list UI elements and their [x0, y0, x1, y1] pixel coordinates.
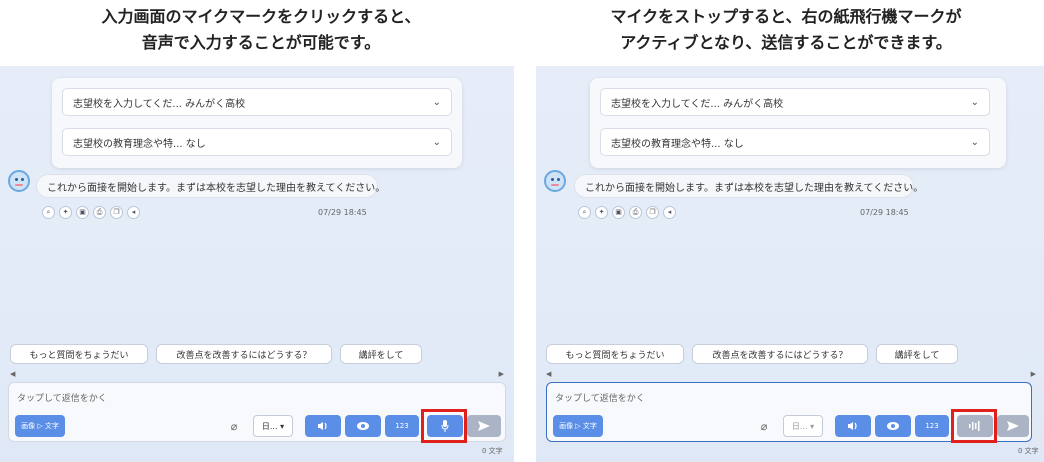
right-screenshot-panel: 志望校を入力してくだ... みんがく高校 ⌄ 志望校の教育理念や特... なし …	[536, 66, 1044, 462]
chevron-down-icon: ⌄	[970, 96, 979, 108]
stop-highlight-box	[951, 409, 997, 443]
chevron-down-icon: ⌄	[432, 96, 441, 108]
message-action-icons: ⌕ ✦ ▣ ⎙ ❐ ◂	[42, 206, 140, 219]
paper-plane-icon[interactable]	[997, 415, 1029, 437]
char-counter: 0 文字	[482, 447, 503, 455]
sparkle-icon[interactable]: ✦	[595, 206, 608, 219]
right-caption-line1: マイクをストップすると、右の紙飛行機マークが	[610, 7, 962, 26]
language-select[interactable]: 日... ▾	[783, 415, 823, 437]
message-input-box[interactable]: タップして返信をかく 画像 ▷ 文字 ⌀ 日... ▾ 123	[8, 382, 506, 443]
chevron-down-icon: ⌄	[970, 136, 979, 148]
save-icon[interactable]: ▣	[612, 206, 625, 219]
dropdown-value: 志望校を入力してくだ... みんがく高校	[611, 98, 784, 110]
chevron-down-icon: ⌄	[432, 136, 441, 148]
copy-icon[interactable]: ❐	[110, 206, 123, 219]
suggestion-button[interactable]: 講評をして	[876, 344, 958, 364]
school-philosophy-dropdown[interactable]: 志望校の教育理念や特... なし ⌄	[62, 128, 452, 156]
sparkle-icon[interactable]: ✦	[59, 206, 72, 219]
dropdown-value: 志望校を入力してくだ... みんがく高校	[73, 98, 246, 110]
language-select-value: 日...	[261, 421, 278, 431]
suggestion-button[interactable]: もっと質問をちょうだい	[546, 344, 684, 364]
image-to-text-button[interactable]: 画像 ▷ 文字	[553, 415, 603, 437]
right-caption-line2: アクティブとなり、送信することができます。	[620, 33, 952, 52]
school-name-dropdown[interactable]: 志望校を入力してくだ... みんがく高校 ⌄	[600, 88, 990, 116]
input-placeholder: タップして返信をかく	[17, 394, 107, 404]
suggestion-row: もっと質問をちょうだい 改善点を改善するにはどうする？ 講評をして	[546, 344, 958, 364]
copy-icon[interactable]: ❐	[646, 206, 659, 219]
message-timestamp: 07/29 18:45	[860, 208, 909, 217]
input-placeholder: タップして返信をかく	[555, 394, 645, 404]
message-action-icons: ⌕ ✦ ▣ ⎙ ❐ ◂	[578, 206, 676, 219]
speaker-icon[interactable]	[305, 415, 341, 437]
suggestion-button[interactable]: もっと質問をちょうだい	[10, 344, 148, 364]
form-card: 志望校を入力してくだ... みんがく高校 ⌄ 志望校の教育理念や特... なし …	[52, 78, 462, 168]
scroll-left-icon[interactable]: ◀	[546, 370, 551, 378]
eye-icon[interactable]	[345, 415, 381, 437]
scroll-left-icon[interactable]: ◀	[10, 370, 15, 378]
language-select[interactable]: 日... ▾	[253, 415, 293, 437]
bot-avatar-icon	[544, 170, 566, 192]
school-name-dropdown[interactable]: 志望校を入力してくだ... みんがく高校 ⌄	[62, 88, 452, 116]
search-icon[interactable]: ⌕	[578, 206, 591, 219]
suggestion-scroll: ◀ ▶	[10, 370, 504, 380]
suggestion-button[interactable]: 改善点を改善するにはどうする？	[692, 344, 868, 364]
eye-icon[interactable]	[875, 415, 911, 437]
char-counter: 0 文字	[1018, 447, 1039, 455]
left-caption-line2: 音声で入力することが可能です。	[141, 33, 381, 52]
speaker-icon[interactable]: ◂	[663, 206, 676, 219]
number-button[interactable]: 123	[915, 415, 949, 437]
scroll-right-icon[interactable]: ▶	[499, 370, 504, 378]
form-card: 志望校を入力してくだ... みんがく高校 ⌄ 志望校の教育理念や特... なし …	[590, 78, 1006, 168]
message-timestamp: 07/29 18:45	[318, 208, 367, 217]
dropdown-value: 志望校の教育理念や特... なし	[73, 138, 206, 150]
suggestion-button[interactable]: 講評をして	[340, 344, 422, 364]
left-screenshot-panel: 志望校を入力してくだ... みんがく高校 ⌄ 志望校の教育理念や特... なし …	[0, 66, 514, 462]
dropdown-value: 志望校の教育理念や特... なし	[611, 138, 744, 150]
paperclip-icon[interactable]: ⌀	[225, 415, 243, 437]
speaker-icon[interactable]: ◂	[127, 206, 140, 219]
save-icon[interactable]: ▣	[76, 206, 89, 219]
paper-plane-icon[interactable]	[467, 415, 501, 437]
image-to-text-button[interactable]: 画像 ▷ 文字	[15, 415, 65, 437]
left-caption-line1: 入力画面のマイクマークをクリックすると、	[101, 7, 421, 26]
suggestion-row: もっと質問をちょうだい 改善点を改善するにはどうする？ 講評をして	[10, 344, 422, 364]
suggestion-scroll: ◀ ▶	[546, 370, 1036, 380]
print-icon[interactable]: ⎙	[629, 206, 642, 219]
bot-message-bubble: これから面接を開始します。まずは本校を志望した理由を教えてください。	[36, 174, 385, 198]
language-select-value: 日...	[791, 421, 808, 431]
search-icon[interactable]: ⌕	[42, 206, 55, 219]
message-input-box[interactable]: タップして返信をかく 画像 ▷ 文字 ⌀ 日... ▾ 123	[546, 382, 1032, 443]
print-icon[interactable]: ⎙	[93, 206, 106, 219]
number-button[interactable]: 123	[385, 415, 419, 437]
speaker-icon[interactable]	[835, 415, 871, 437]
bot-message-bubble: これから面接を開始します。まずは本校を志望した理由を教えてください。	[574, 174, 923, 198]
left-caption: 入力画面のマイクマークをクリックすると、 音声で入力することが可能です。	[0, 4, 522, 56]
paperclip-icon[interactable]: ⌀	[755, 415, 773, 437]
school-philosophy-dropdown[interactable]: 志望校の教育理念や特... なし ⌄	[600, 128, 990, 156]
bot-avatar-icon	[8, 170, 30, 192]
mic-highlight-box	[421, 409, 467, 443]
scroll-right-icon[interactable]: ▶	[1031, 370, 1036, 378]
right-caption: マイクをストップすると、右の紙飛行機マークが アクティブとなり、送信することがで…	[528, 4, 1044, 56]
suggestion-button[interactable]: 改善点を改善するにはどうする？	[156, 344, 332, 364]
